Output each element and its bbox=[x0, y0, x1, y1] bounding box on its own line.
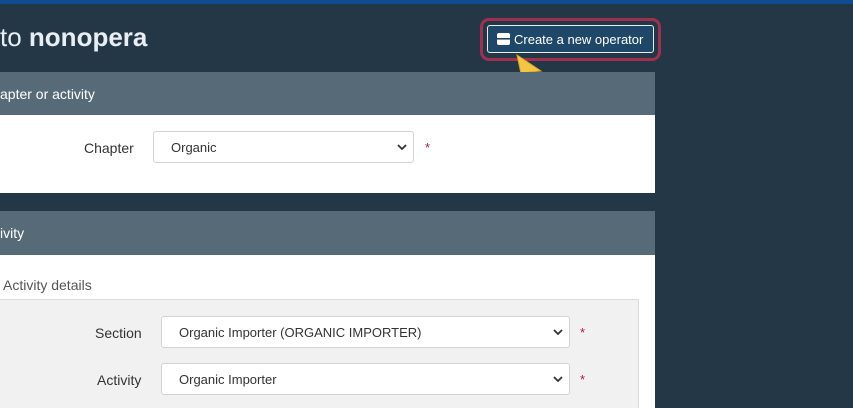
section-label: Section bbox=[95, 325, 142, 341]
page-title: to nonopera bbox=[0, 22, 147, 53]
chapter-panel: apter or activity Chapter Organic * bbox=[0, 72, 655, 193]
section-select-value: Organic Importer (ORGANIC IMPORTER) bbox=[179, 324, 422, 340]
chapter-select-value: Organic bbox=[171, 139, 217, 155]
create-operator-button-label: Create a new operator bbox=[514, 31, 644, 47]
page-title-operator-name: nonopera bbox=[28, 22, 148, 52]
page-title-prefix: to bbox=[0, 22, 22, 52]
chapter-panel-heading: apter or activity bbox=[0, 85, 95, 102]
activity-details-box: Section Organic Importer (ORGANIC IMPORT… bbox=[0, 299, 639, 408]
create-operator-button[interactable]: Create a new operator bbox=[487, 25, 654, 53]
activity-panel: ivity Activity details Section Organic I… bbox=[0, 211, 655, 408]
required-marker: * bbox=[580, 372, 586, 387]
section-select[interactable]: Organic Importer (ORGANIC IMPORTER) bbox=[161, 316, 570, 348]
chapter-label: Chapter bbox=[84, 140, 134, 156]
activity-label: Activity bbox=[97, 372, 142, 388]
chevron-down-icon bbox=[553, 376, 563, 383]
activity-select[interactable]: Organic Importer bbox=[161, 363, 570, 395]
chapter-select[interactable]: Organic bbox=[153, 131, 414, 163]
activity-details-title: Activity details bbox=[3, 277, 92, 293]
address-card-icon bbox=[497, 33, 510, 45]
activity-select-value: Organic Importer bbox=[179, 371, 277, 387]
required-marker: * bbox=[425, 140, 431, 155]
top-accent-bar bbox=[0, 0, 853, 4]
activity-panel-header: ivity bbox=[0, 211, 655, 255]
chapter-panel-header: apter or activity bbox=[0, 72, 655, 115]
chevron-down-icon bbox=[553, 329, 563, 336]
chevron-down-icon bbox=[397, 144, 407, 151]
activity-panel-heading: ivity bbox=[0, 225, 25, 241]
required-marker: * bbox=[580, 325, 586, 340]
